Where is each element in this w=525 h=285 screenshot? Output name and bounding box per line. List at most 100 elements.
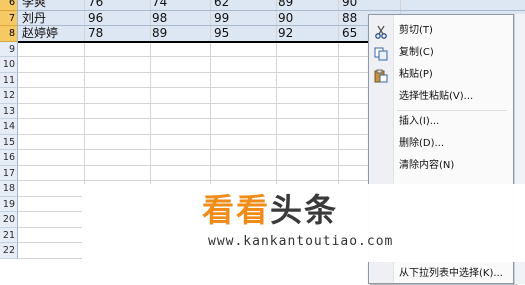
watermark-logo-part1: 看看 (202, 191, 271, 229)
score-cell[interactable]: 62 (214, 0, 229, 11)
column-gridline (400, 0, 401, 10)
menu-item-paste[interactable]: 粘贴(P) (369, 64, 513, 86)
row-header[interactable]: 19 (0, 196, 18, 212)
column-gridline (150, 165, 151, 180)
name-cell[interactable]: 李爽 (22, 0, 46, 11)
score-cell[interactable]: 92 (278, 26, 293, 42)
score-cell[interactable]: 99 (214, 11, 229, 27)
column-gridline (338, 26, 339, 41)
row-header[interactable]: 7 (0, 10, 18, 26)
score-cell[interactable]: 65 (342, 26, 357, 42)
menu-item-cut-label: 剪切(T) (399, 25, 433, 36)
column-gridline (150, 103, 151, 118)
row-header[interactable]: 17 (0, 165, 18, 181)
menu-item-delete[interactable]: 删除(D)... (369, 133, 513, 155)
row-header[interactable]: 11 (0, 72, 18, 88)
score-cell[interactable]: 89 (152, 26, 167, 42)
column-gridline (276, 41, 277, 56)
column-gridline (84, 150, 85, 165)
score-cell[interactable]: 76 (88, 0, 103, 11)
score-cell[interactable]: 90 (342, 0, 357, 11)
menu-item-paste-special-label: 选择性粘贴(V)... (399, 91, 474, 102)
row-header[interactable]: 10 (0, 57, 18, 73)
name-cell[interactable]: 赵婷婷 (22, 26, 58, 42)
menu-item-paste-label: 粘贴(P) (399, 69, 433, 80)
paste-icon (374, 68, 388, 83)
row-header[interactable]: 8 (0, 26, 18, 42)
watermark-banner: 看看头条 www.kankantoutiao.com (82, 184, 525, 262)
score-cell[interactable]: 89 (278, 0, 293, 11)
column-gridline (276, 165, 277, 180)
column-gridline (276, 0, 277, 10)
row-header[interactable]: 20 (0, 212, 18, 228)
column-gridline (210, 0, 211, 10)
row-header[interactable]: 22 (0, 243, 18, 259)
column-gridline (84, 119, 85, 134)
row-header[interactable]: 13 (0, 103, 18, 119)
column-gridline (276, 134, 277, 149)
column-gridline (338, 119, 339, 134)
copy-icon (374, 46, 388, 61)
scissors-icon (374, 24, 388, 39)
row-header[interactable]: 16 (0, 150, 18, 166)
column-gridline (150, 57, 151, 72)
column-gridline (210, 10, 211, 25)
score-cell[interactable]: 78 (88, 26, 103, 42)
column-gridline (84, 57, 85, 72)
score-cell[interactable]: 90 (278, 11, 293, 27)
column-gridline (84, 26, 85, 41)
column-gridline (210, 134, 211, 149)
column-gridline (84, 10, 85, 25)
selection-border (18, 41, 368, 43)
score-cell[interactable]: 98 (152, 11, 167, 27)
column-gridline (84, 41, 85, 56)
menu-item-paste-special[interactable]: 选择性粘贴(V)... (369, 86, 513, 108)
name-cell[interactable]: 刘丹 (22, 11, 46, 27)
row-header[interactable]: 21 (0, 227, 18, 243)
column-gridline (150, 10, 151, 25)
watermark-logo: 看看头条 (202, 192, 422, 228)
watermark-logo-part2: 头条 (270, 191, 339, 229)
column-gridline (84, 88, 85, 103)
column-gridline (150, 88, 151, 103)
menu-item-cut[interactable]: 剪切(T) (369, 20, 513, 42)
column-gridline (150, 26, 151, 41)
column-gridline (210, 119, 211, 134)
column-gridline (338, 165, 339, 180)
row-header[interactable]: 14 (0, 119, 18, 135)
column-gridline (210, 150, 211, 165)
menu-item-pick-from-list-label: 从下拉列表中选择(K)... (399, 268, 503, 279)
column-gridline (84, 134, 85, 149)
row-header[interactable]: 15 (0, 134, 18, 150)
column-gridline (276, 150, 277, 165)
column-gridline (210, 103, 211, 118)
menu-item-insert-label: 插入(I)... (399, 116, 440, 127)
column-gridline (338, 0, 339, 10)
menu-item-pick-from-list[interactable]: 从下拉列表中选择(K)... (369, 263, 513, 285)
column-gridline (338, 41, 339, 56)
column-gridline (84, 165, 85, 180)
row-header[interactable]: 12 (0, 88, 18, 104)
column-gridline (210, 41, 211, 56)
watermark-url: www.kankantoutiao.com (208, 234, 394, 249)
score-cell[interactable]: 74 (152, 0, 167, 11)
column-gridline (150, 0, 151, 10)
score-cell[interactable]: 95 (214, 26, 229, 42)
score-cell[interactable]: 88 (342, 11, 357, 27)
column-gridline (338, 10, 339, 25)
row-header[interactable]: 9 (0, 41, 18, 57)
menu-item-copy[interactable]: 复制(C) (369, 42, 513, 64)
column-gridline (210, 88, 211, 103)
menu-item-clear-contents[interactable]: 清除内容(N) (369, 155, 513, 177)
row-header[interactable]: 18 (0, 181, 18, 197)
menu-item-delete-label: 删除(D)... (399, 138, 445, 149)
column-gridline (276, 88, 277, 103)
column-gridline (150, 72, 151, 87)
row-header[interactable]: 6 (0, 0, 18, 11)
column-gridline (210, 26, 211, 41)
menu-item-insert[interactable]: 插入(I)... (369, 111, 513, 133)
score-cell[interactable]: 96 (88, 11, 103, 27)
column-gridline (276, 103, 277, 118)
menu-item-copy-label: 复制(C) (399, 47, 434, 58)
column-gridline (338, 72, 339, 87)
